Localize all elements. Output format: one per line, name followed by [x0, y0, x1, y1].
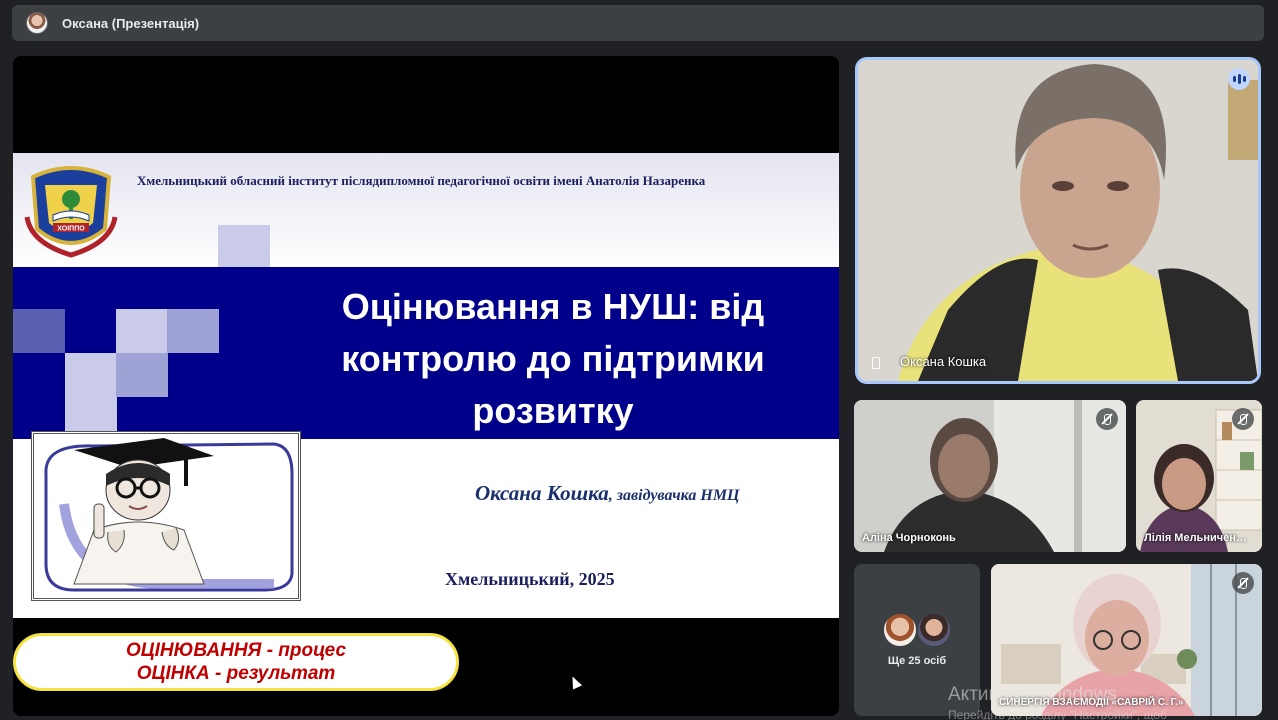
participant-tile-main[interactable]: Оксана Кошка — [855, 57, 1261, 384]
author: Оксана Кошка, завідувачка НМЦ — [475, 481, 739, 506]
participant-video — [854, 400, 1126, 552]
avatar — [916, 612, 952, 648]
caption-line-2: ОЦІНКА - результат — [136, 663, 336, 684]
mouse-cursor-icon — [567, 674, 583, 690]
girl-illustration — [31, 431, 301, 601]
decor-square — [13, 309, 65, 353]
slide: ХОІППО Хмельницький обласний інститут пі… — [13, 153, 839, 618]
slide-title-line: розвитку — [472, 390, 634, 431]
mic-off-icon — [1232, 572, 1254, 594]
decor-square — [167, 309, 219, 353]
mic-off-icon — [1096, 408, 1118, 430]
presenter-avatar — [26, 12, 48, 34]
windows-activation-watermark: Активація Windows — [948, 684, 1117, 705]
more-participants-label: Ще 25 осіб — [887, 655, 947, 667]
girl-graduate-icon — [44, 438, 294, 592]
slide-header-background — [13, 153, 839, 268]
emblem-text: ХОІППО — [57, 226, 85, 233]
caption-line-1: ОЦІНЮВАННЯ - процес — [125, 640, 347, 661]
slide-title-line: Оцінювання в НУШ: від — [341, 286, 765, 327]
participant-tile[interactable]: Лілія Мельничен… — [1136, 400, 1262, 552]
institute-emblem-icon: ХОІППО — [24, 166, 118, 258]
presentation-tile[interactable]: ХОІППО Хмельницький обласний інститут пі… — [13, 56, 839, 716]
windows-activation-hint: Перейдіть до розділу "Настройки", щоб — [948, 708, 1167, 720]
author-name: Оксана Кошка — [475, 481, 609, 505]
participant-tile[interactable]: Аліна Чорноконь — [854, 400, 1126, 552]
institute-name: Хмельницький обласний інститут післядипл… — [137, 173, 706, 188]
city-year: Хмельницький, 2025 — [445, 569, 615, 589]
decor-square — [218, 225, 270, 267]
more-participants-avatars — [882, 612, 954, 652]
meet-window: Оксана (Презентація) ХОІППО Хмельницький… — [0, 0, 1278, 720]
participant-name: Лілія Мельничен… — [1144, 532, 1247, 544]
participant-name: Оксана Кошка — [900, 354, 987, 369]
avatar — [882, 612, 918, 648]
participant-video-main — [858, 60, 1258, 381]
author-role: , завідувачка НМЦ — [608, 487, 740, 504]
mic-off-icon — [1232, 408, 1254, 430]
slide-title: Оцінювання в НУШ: від контролю до підтри… — [283, 281, 823, 437]
presenter-title: Оксана (Презентація) — [62, 15, 200, 31]
caption-box: ОЦІНЮВАННЯ - процес ОЦІНКА - результат — [13, 633, 459, 691]
decor-square — [116, 353, 168, 397]
decor-square — [116, 309, 168, 353]
slide-title-line: контролю до підтримки — [341, 338, 765, 379]
participant-name: Аліна Чорноконь — [862, 532, 956, 544]
presenter-bar: Оксана (Презентація) — [12, 5, 1264, 41]
speaking-icon — [1228, 68, 1250, 90]
decor-square — [65, 353, 117, 397]
pin-icon[interactable] — [872, 357, 880, 369]
